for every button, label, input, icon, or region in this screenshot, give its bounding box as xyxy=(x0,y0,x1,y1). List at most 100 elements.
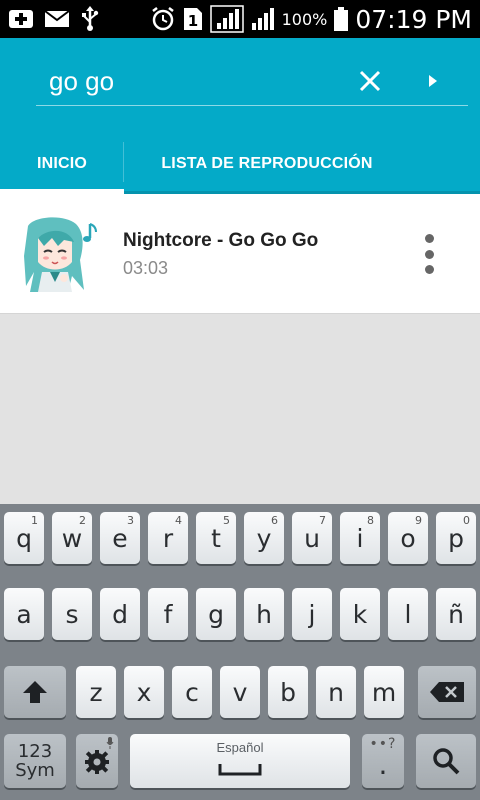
key-3[interactable]: v xyxy=(220,666,260,718)
key-0[interactable]: 1q xyxy=(4,512,44,564)
key-4[interactable]: g xyxy=(196,588,236,640)
list-item[interactable]: Nightcore - Go Go Go 03:03 xyxy=(0,194,480,314)
key-hint: 0 xyxy=(463,514,470,527)
key-3[interactable]: f xyxy=(148,588,188,640)
key-label: ñ xyxy=(448,599,464,629)
tab-inicio[interactable]: INICIO xyxy=(0,138,124,190)
key-label: d xyxy=(112,599,128,629)
clock: 07:19 PM xyxy=(355,4,472,34)
anime-girl-thumbnail xyxy=(24,216,100,292)
symbols-key-label-bottom: Sym xyxy=(15,760,55,781)
key-hint: 1 xyxy=(31,514,38,527)
sim-icon: 1 xyxy=(182,6,204,32)
key-label: j xyxy=(308,599,316,629)
search-input[interactable]: go go xyxy=(49,66,114,97)
backspace-key[interactable] xyxy=(418,666,476,718)
key-6[interactable]: j xyxy=(292,588,332,640)
tab-lista-de-reproduccion[interactable]: LISTA DE REPRODUCCIÓN xyxy=(124,138,410,190)
key-label: v xyxy=(232,677,248,707)
key-4[interactable]: 5t xyxy=(196,512,236,564)
settings-key[interactable] xyxy=(76,734,118,788)
key-hint: 5 xyxy=(223,514,230,527)
key-5[interactable]: n xyxy=(316,666,356,718)
clear-search-button[interactable] xyxy=(353,64,387,98)
key-3[interactable]: 4r xyxy=(148,512,188,564)
shift-key[interactable] xyxy=(4,666,66,718)
close-icon xyxy=(359,70,381,92)
key-hint: 6 xyxy=(271,514,278,527)
key-hint: 8 xyxy=(367,514,374,527)
space-icon xyxy=(218,764,262,776)
search-field[interactable]: go go xyxy=(36,58,468,106)
key-hint: 2 xyxy=(79,514,86,527)
status-bar: 1 100% 07:19 PM xyxy=(0,0,480,38)
key-label: m xyxy=(371,677,397,707)
period-key-hints: ••? xyxy=(369,736,397,752)
key-5[interactable]: 6y xyxy=(244,512,284,564)
key-2[interactable]: 3e xyxy=(100,512,140,564)
key-1[interactable]: x xyxy=(124,666,164,718)
symbols-key[interactable]: 123 Sym xyxy=(4,734,66,788)
track-duration: 03:03 xyxy=(123,258,169,278)
key-label: i xyxy=(356,523,364,553)
key-label: e xyxy=(112,523,128,553)
key-label: z xyxy=(89,677,103,707)
play-arrow-icon xyxy=(429,75,437,87)
key-2[interactable]: d xyxy=(100,588,140,640)
search-icon xyxy=(433,748,460,775)
battery-percent: 100% xyxy=(281,9,328,29)
key-7[interactable]: k xyxy=(340,588,380,640)
key-label: q xyxy=(16,523,32,553)
search-key[interactable] xyxy=(416,734,476,788)
tab-inicio-label: INICIO xyxy=(36,155,88,172)
key-label: h xyxy=(256,599,272,629)
shift-icon xyxy=(23,681,47,703)
key-label: b xyxy=(280,677,296,707)
space-key[interactable]: Español xyxy=(130,734,350,788)
key-label: s xyxy=(65,599,79,629)
key-label: u xyxy=(304,523,320,553)
period-key[interactable]: ••? . xyxy=(362,734,404,788)
key-5[interactable]: h xyxy=(244,588,284,640)
key-label: y xyxy=(256,523,272,553)
key-9[interactable]: ñ xyxy=(436,588,476,640)
alarm-icon xyxy=(150,6,176,32)
more-vert-icon-dot xyxy=(424,265,434,274)
key-2[interactable]: c xyxy=(172,666,212,718)
key-1[interactable]: s xyxy=(52,588,92,640)
key-hint: 9 xyxy=(415,514,422,527)
notification-add-icon xyxy=(8,8,34,30)
key-hint: 7 xyxy=(319,514,326,527)
gear-icon xyxy=(85,750,109,774)
tab-lista-label: LISTA DE REPRODUCCIÓN xyxy=(161,155,373,172)
key-6[interactable]: m xyxy=(364,666,404,718)
key-label: p xyxy=(448,523,464,553)
key-label: n xyxy=(328,677,344,707)
soft-keyboard: 1q2w3e4r5t6y7u8i9o0p asdfghjklñ zxcvbnm … xyxy=(0,504,480,800)
svg-text:1: 1 xyxy=(187,12,197,30)
app-bar: go go INICIO LISTA DE REPRODUCCIÓN xyxy=(0,38,480,194)
key-6[interactable]: 7u xyxy=(292,512,332,564)
tab-bar: INICIO LISTA DE REPRODUCCIÓN xyxy=(0,138,480,194)
key-label: t xyxy=(211,523,221,553)
key-4[interactable]: b xyxy=(268,666,308,718)
email-icon xyxy=(44,9,70,29)
key-label: w xyxy=(61,523,83,553)
key-hint: 3 xyxy=(127,514,134,527)
key-1[interactable]: 2w xyxy=(52,512,92,564)
key-label: a xyxy=(16,599,32,629)
submit-search-button[interactable] xyxy=(422,66,444,96)
period-key-label: . xyxy=(378,747,388,781)
space-key-label: Español xyxy=(216,740,264,755)
symbols-key-label-top: 123 xyxy=(17,741,53,762)
key-0[interactable]: z xyxy=(76,666,116,718)
key-0[interactable]: a xyxy=(4,588,44,640)
more-options-button[interactable] xyxy=(414,232,444,276)
key-label: g xyxy=(208,599,224,629)
key-8[interactable]: l xyxy=(388,588,428,640)
key-label: r xyxy=(162,523,174,553)
key-8[interactable]: 9o xyxy=(388,512,428,564)
key-9[interactable]: 0p xyxy=(436,512,476,564)
key-label: o xyxy=(400,523,416,553)
key-7[interactable]: 8i xyxy=(340,512,380,564)
